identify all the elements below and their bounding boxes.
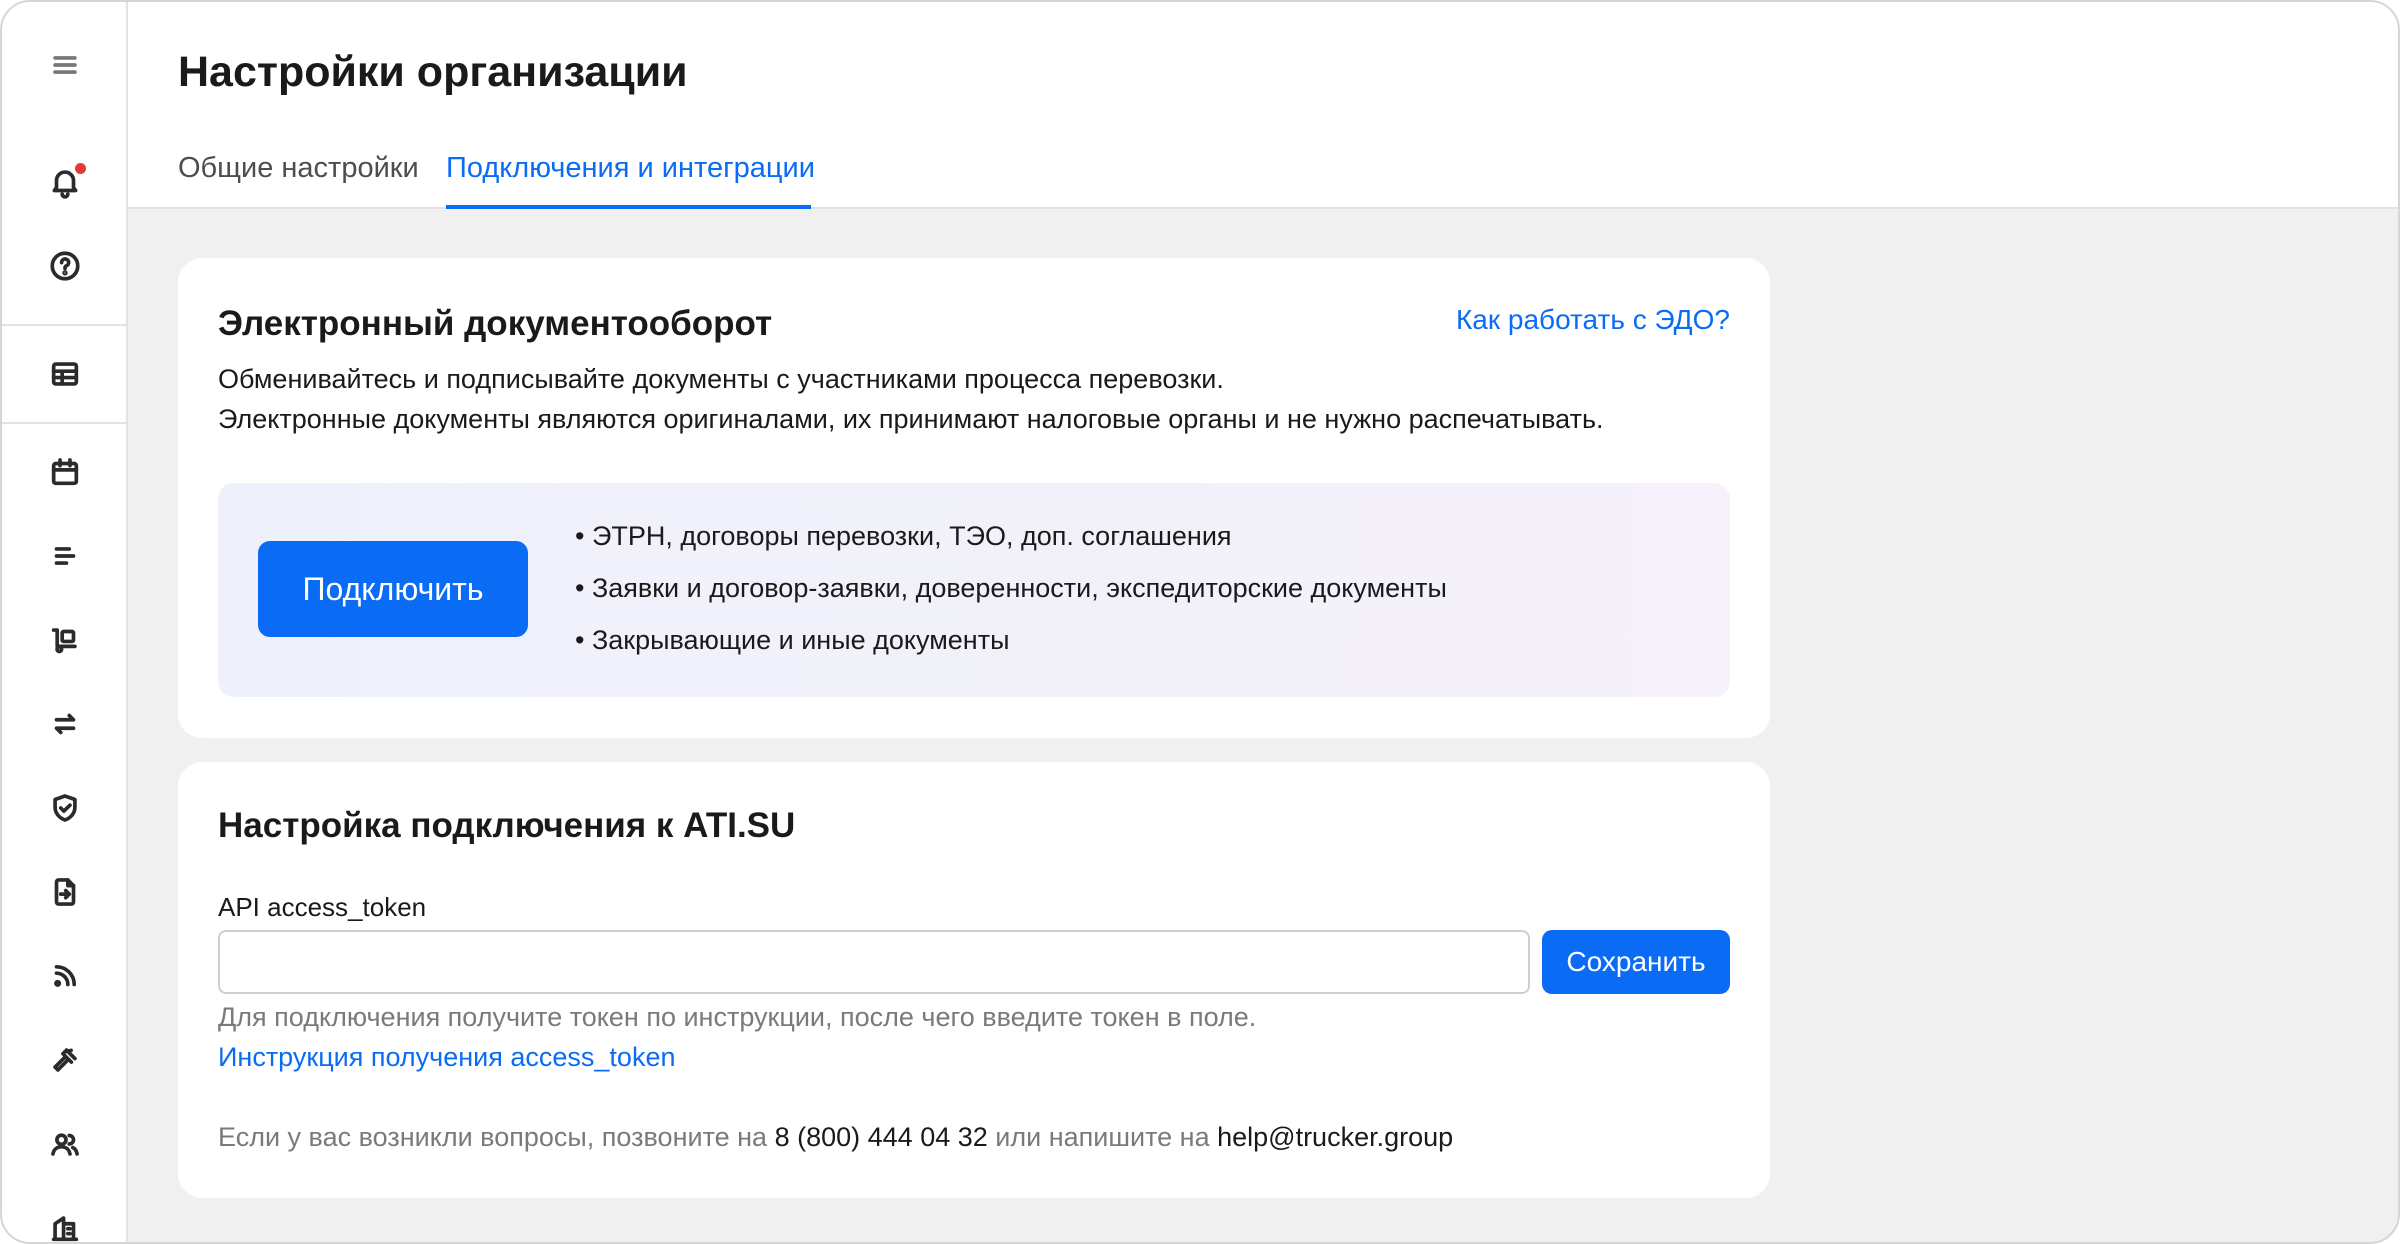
users-icon[interactable] [35,1114,95,1174]
contact-info: Если у вас возникли вопросы, позвоните н… [218,1122,1453,1153]
page-title: Настройки организации [178,48,688,96]
building-icon[interactable] [35,1198,95,1242]
contact-middle: или напишите на [995,1122,1210,1152]
menu-icon[interactable] [35,35,95,95]
bell-icon[interactable] [35,152,95,212]
edo-title: Электронный документооборот [218,304,773,343]
edo-bullet-item: • ЭТРН, договоры перевозки, ТЭО, доп. со… [575,521,1232,551]
contact-prefix: Если у вас возникли вопросы, позвоните н… [218,1122,768,1152]
token-hint: Для подключения получите токен по инстру… [218,1002,1257,1032]
app-window: Настройки организации Общие настройки По… [0,0,2400,1244]
edo-bullet-item: • Заявки и договор-заявки, доверенности,… [575,573,1447,603]
edo-bullet-item: • Закрывающие и иные документы [575,625,1010,655]
ati-card: Настройка подключения к ATI.SU API acces… [178,762,1770,1198]
tab-general-settings[interactable]: Общие настройки [178,152,419,185]
transfer-icon[interactable] [35,694,95,754]
help-circle-icon[interactable] [35,236,95,296]
list-icon[interactable] [35,526,95,586]
edo-help-link[interactable]: Как работать с ЭДО? [1456,304,1730,336]
edo-description-line-2: Электронные документы являются оригинала… [218,404,1604,434]
token-field-label: API access_token [218,892,427,922]
save-button[interactable]: Сохранить [1542,930,1730,994]
sidebar-divider [2,422,126,424]
page-header: Настройки организации Общие настройки По… [128,2,2398,209]
document-export-icon[interactable] [35,862,95,922]
connect-button[interactable]: Подключить [258,541,528,637]
notification-dot [75,163,86,174]
gavel-icon[interactable] [35,1030,95,1090]
rss-icon[interactable] [35,946,95,1006]
instruction-link[interactable]: Инструкция получения access_token [218,1042,675,1073]
edo-promo-panel: Подключить • ЭТРН, договоры перевозки, Т… [218,483,1730,697]
sidebar [2,2,128,1242]
cargo-icon[interactable] [35,610,95,670]
calendar-icon[interactable] [35,442,95,502]
edo-description-line-1: Обменивайтесь и подписывайте документы с… [218,364,1224,394]
tab-connections-integrations[interactable]: Подключения и интеграции [446,152,815,185]
support-email: help@trucker.group [1217,1122,1454,1152]
support-phone: 8 (800) 444 04 32 [774,1122,988,1152]
sidebar-divider [2,324,126,326]
shield-check-icon[interactable] [35,778,95,838]
table-icon[interactable] [35,344,95,404]
access-token-input[interactable] [218,930,1530,994]
edo-card: Электронный документооборот Как работать… [178,258,1770,738]
active-tab-indicator [446,205,811,209]
ati-title: Настройка подключения к ATI.SU [218,806,796,845]
